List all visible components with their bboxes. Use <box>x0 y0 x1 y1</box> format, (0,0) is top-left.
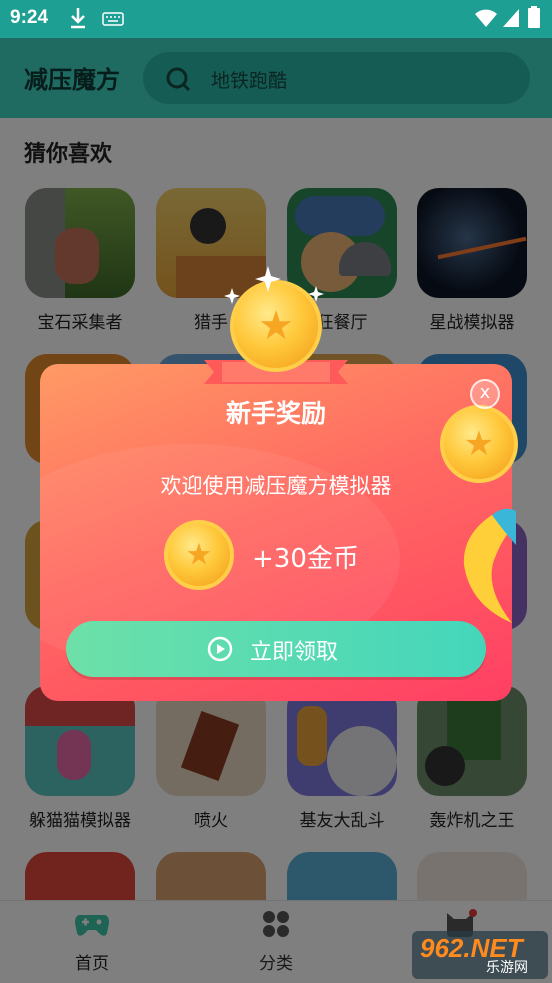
coin-icon: ★ <box>440 405 518 483</box>
status-bar: 9:24 <box>0 0 552 38</box>
dialog-message: 欢迎使用减压魔方模拟器 <box>160 474 392 498</box>
dialog-title: 新手奖励 <box>225 399 326 428</box>
close-button[interactable]: x <box>470 379 500 409</box>
wifi-icon <box>475 9 497 27</box>
signal-icon <box>503 9 519 27</box>
claim-label: 立即领取 <box>250 640 339 665</box>
watermark-sub: 乐游网 <box>486 960 528 976</box>
status-time: 9:24 <box>10 7 49 28</box>
battery-icon <box>528 6 540 28</box>
coin-icon: ★ <box>164 520 234 590</box>
play-icon <box>207 636 233 662</box>
reward-dialog: 新手奖励 欢迎使用减压魔方模拟器 ★ +30金币 立即领取 <box>40 364 512 701</box>
download-icon <box>71 8 85 29</box>
sparkle-icon <box>224 266 324 304</box>
watermark: 962.NET 乐游网 <box>412 931 548 979</box>
claim-button[interactable]: 立即领取 <box>66 621 486 677</box>
keyboard-icon <box>102 12 124 26</box>
swoosh-icon <box>463 508 516 623</box>
reward-amount: +30金币 <box>252 544 359 574</box>
